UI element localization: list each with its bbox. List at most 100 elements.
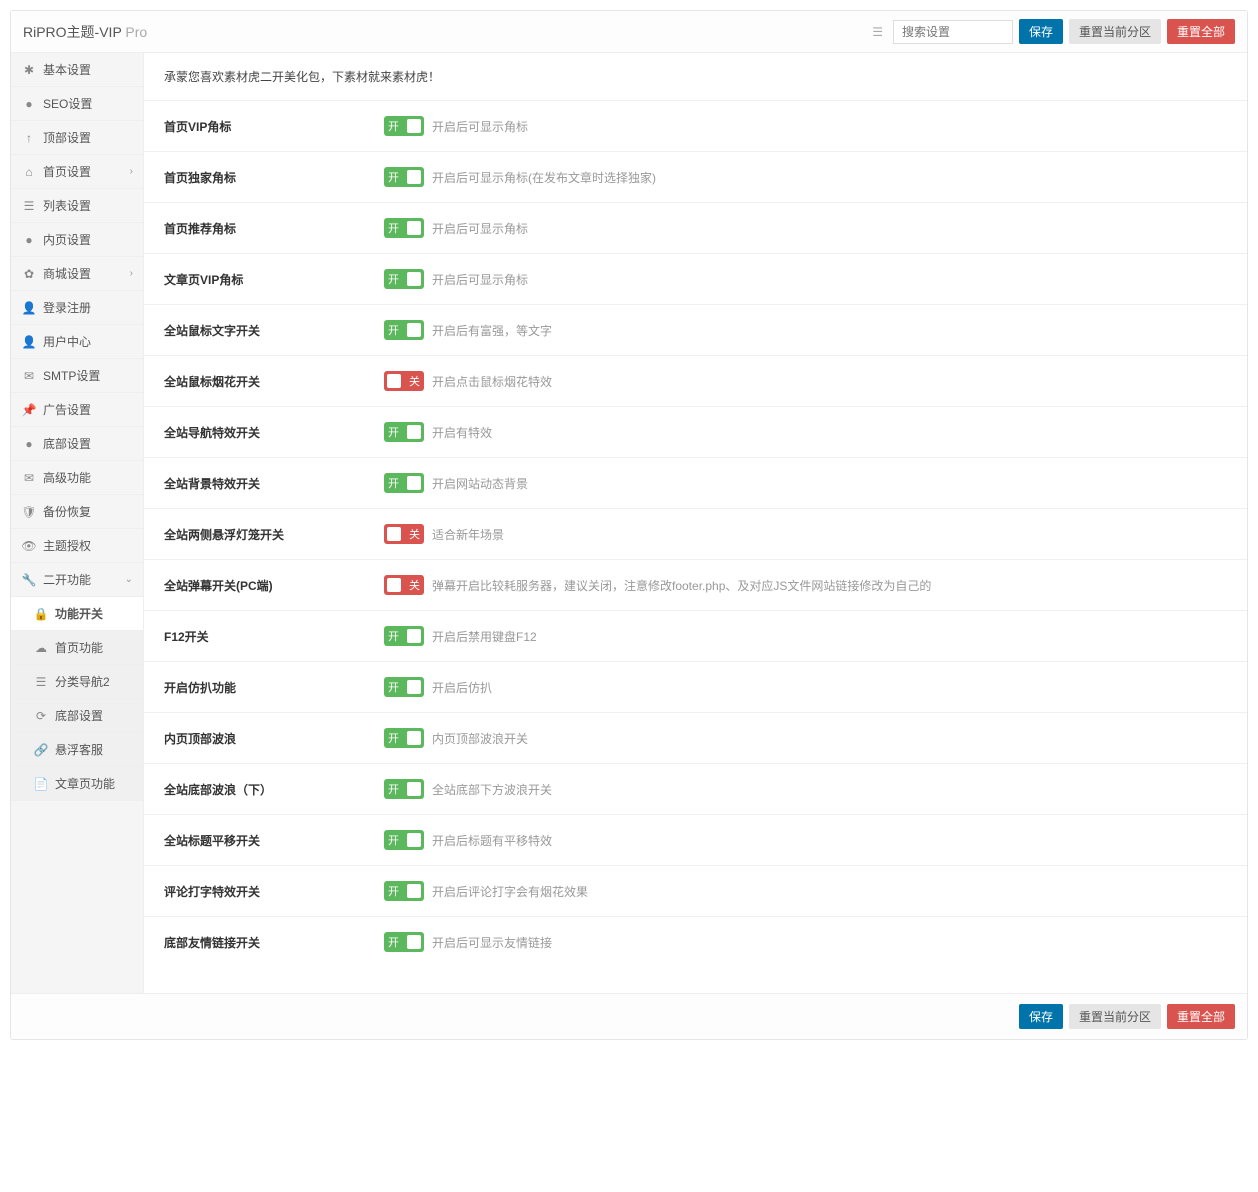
toggle-switch[interactable]: 关 xyxy=(384,371,424,391)
sidebar-item[interactable]: ☁ 首页功能 xyxy=(11,631,143,665)
setting-control: 开开启后可显示角标(在发布文章时选择独家) xyxy=(384,167,656,187)
sidebar-icon: ☁ xyxy=(33,641,49,655)
sidebar-icon: ✉ xyxy=(21,471,37,485)
toggle-switch[interactable]: 开 xyxy=(384,728,424,748)
setting-label: 全站背景特效开关 xyxy=(164,475,384,492)
sidebar-item[interactable]: ☰列表设置 xyxy=(11,189,143,223)
setting-description: 开启后可显示角标(在发布文章时选择独家) xyxy=(432,169,656,186)
setting-row: 全站标题平移开关开开启后标题有平移特效 xyxy=(144,814,1247,865)
sidebar-item[interactable]: 📌 广告设置 xyxy=(11,393,143,427)
sidebar-item[interactable]: ●底部设置 xyxy=(11,427,143,461)
setting-label: 首页VIP角标 xyxy=(164,118,384,135)
setting-control: 开开启后禁用键盘F12 xyxy=(384,626,537,646)
sidebar-item[interactable]: ✿商城设置› xyxy=(11,257,143,291)
toggle-switch[interactable]: 开 xyxy=(384,269,424,289)
setting-label: 全站鼠标文字开关 xyxy=(164,322,384,339)
sidebar-icon: 👤 xyxy=(21,335,37,349)
sidebar-icon: ⟳ xyxy=(33,709,49,723)
toggle-switch[interactable]: 开 xyxy=(384,626,424,646)
sidebar-item[interactable]: ● SEO设置 xyxy=(11,87,143,121)
setting-label: 首页推荐角标 xyxy=(164,220,384,237)
sidebar-icon: ✿ xyxy=(21,267,37,281)
setting-description: 开启后可显示角标 xyxy=(432,271,528,288)
reset-section-button[interactable]: 重置当前分区 xyxy=(1069,19,1161,44)
sidebar-item[interactable]: ↑顶部设置 xyxy=(11,121,143,155)
toggle-switch[interactable]: 开 xyxy=(384,218,424,238)
sidebar-label: 广告设置 xyxy=(43,401,91,418)
toggle-switch[interactable]: 开 xyxy=(384,116,424,136)
footer-save-button[interactable]: 保存 xyxy=(1019,1004,1063,1029)
toggle-switch[interactable]: 关 xyxy=(384,524,424,544)
setting-control: 开开启后仿扒 xyxy=(384,677,492,697)
setting-control: 开开启网站动态背景 xyxy=(384,473,528,493)
setting-row: 全站鼠标烟花开关关开启点击鼠标烟花特效 xyxy=(144,355,1247,406)
sidebar-label: 备份恢复 xyxy=(43,503,91,520)
search-input[interactable] xyxy=(893,20,1013,44)
sidebar-item[interactable]: ✉SMTP设置 xyxy=(11,359,143,393)
toggle-switch[interactable]: 开 xyxy=(384,422,424,442)
setting-row: 首页独家角标开开启后可显示角标(在发布文章时选择独家) xyxy=(144,151,1247,202)
sidebar-icon: ● xyxy=(21,437,37,451)
sidebar-label: 文章页功能 xyxy=(55,775,115,792)
setting-row: 全站鼠标文字开关开开启后有富强，等文字 xyxy=(144,304,1247,355)
setting-description: 开启后评论打字会有烟花效果 xyxy=(432,883,588,900)
setting-row: 全站背景特效开关开开启网站动态背景 xyxy=(144,457,1247,508)
setting-row: 全站底部波浪（下）开全站底部下方波浪开关 xyxy=(144,763,1247,814)
toggle-switch[interactable]: 开 xyxy=(384,830,424,850)
setting-description: 开启后可显示角标 xyxy=(432,220,528,237)
toggle-switch[interactable]: 开 xyxy=(384,320,424,340)
sidebar-item[interactable]: ⟳底部设置 xyxy=(11,699,143,733)
toggle-switch[interactable]: 开 xyxy=(384,881,424,901)
sidebar-item[interactable]: 👤用户中心 xyxy=(11,325,143,359)
sidebar-item[interactable]: 🔒功能开关 xyxy=(11,597,143,631)
sidebar-label: 首页功能 xyxy=(55,639,103,656)
setting-control: 关开启点击鼠标烟花特效 xyxy=(384,371,552,391)
setting-label: F12开关 xyxy=(164,628,384,645)
sidebar-label: SEO设置 xyxy=(43,95,92,112)
setting-label: 全站两侧悬浮灯笼开关 xyxy=(164,526,384,543)
panel-header: RiPRO主题-VIP Pro ☰ 保存 重置当前分区 重置全部 xyxy=(11,11,1247,53)
sidebar-item[interactable]: ☰分类导航2 xyxy=(11,665,143,699)
sidebar-icon: 📌 xyxy=(21,403,37,417)
sidebar-item[interactable]: ●内页设置 xyxy=(11,223,143,257)
chevron-right-icon: › xyxy=(130,268,133,279)
sidebar-item[interactable]: 👁主题授权 xyxy=(11,529,143,563)
sidebar-item[interactable]: ✱基本设置 xyxy=(11,53,143,87)
toggle-switch[interactable]: 开 xyxy=(384,779,424,799)
reset-all-button[interactable]: 重置全部 xyxy=(1167,19,1235,44)
sidebar-item[interactable]: ⌂首页设置› xyxy=(11,155,143,189)
sidebar-icon: ✉ xyxy=(21,369,37,383)
setting-control: 开内页顶部波浪开关 xyxy=(384,728,528,748)
setting-row: 全站导航特效开关开开启有特效 xyxy=(144,406,1247,457)
sidebar-icon: ☰ xyxy=(33,675,49,689)
sidebar-label: 顶部设置 xyxy=(43,129,91,146)
toggle-switch[interactable]: 开 xyxy=(384,473,424,493)
sidebar-label: 首页设置 xyxy=(43,163,91,180)
sidebar-item[interactable]: 🛡备份恢复 xyxy=(11,495,143,529)
sidebar-label: 主题授权 xyxy=(43,537,91,554)
setting-description: 开启后标题有平移特效 xyxy=(432,832,552,849)
sidebar-item[interactable]: ✉ 高级功能 xyxy=(11,461,143,495)
setting-description: 全站底部下方波浪开关 xyxy=(432,781,552,798)
save-button[interactable]: 保存 xyxy=(1019,19,1063,44)
sidebar-icon: 🔧 xyxy=(21,573,37,587)
sidebar-item[interactable]: 👤登录注册 xyxy=(11,291,143,325)
toggle-switch[interactable]: 开 xyxy=(384,932,424,952)
sidebar-icon: 🔗 xyxy=(33,743,49,757)
footer-reset-section-button[interactable]: 重置当前分区 xyxy=(1069,1004,1161,1029)
setting-control: 开开启后可显示角标 xyxy=(384,218,528,238)
toggle-switch[interactable]: 开 xyxy=(384,677,424,697)
sidebar-item[interactable]: 🔗悬浮客服 xyxy=(11,733,143,767)
sidebar-label: 登录注册 xyxy=(43,299,91,316)
setting-row: 评论打字特效开关开开启后评论打字会有烟花效果 xyxy=(144,865,1247,916)
sidebar-icon: ● xyxy=(21,97,37,111)
expand-icon[interactable]: ☰ xyxy=(868,21,887,43)
toggle-switch[interactable]: 关 xyxy=(384,575,424,595)
toggle-switch[interactable]: 开 xyxy=(384,167,424,187)
setting-control: 开开启后可显示角标 xyxy=(384,269,528,289)
sidebar-label: 高级功能 xyxy=(43,469,91,486)
setting-label: 内页顶部波浪 xyxy=(164,730,384,747)
footer-reset-all-button[interactable]: 重置全部 xyxy=(1167,1004,1235,1029)
sidebar-item[interactable]: 🔧二开功能⌄ xyxy=(11,563,143,597)
sidebar-item[interactable]: 📄文章页功能 xyxy=(11,767,143,801)
